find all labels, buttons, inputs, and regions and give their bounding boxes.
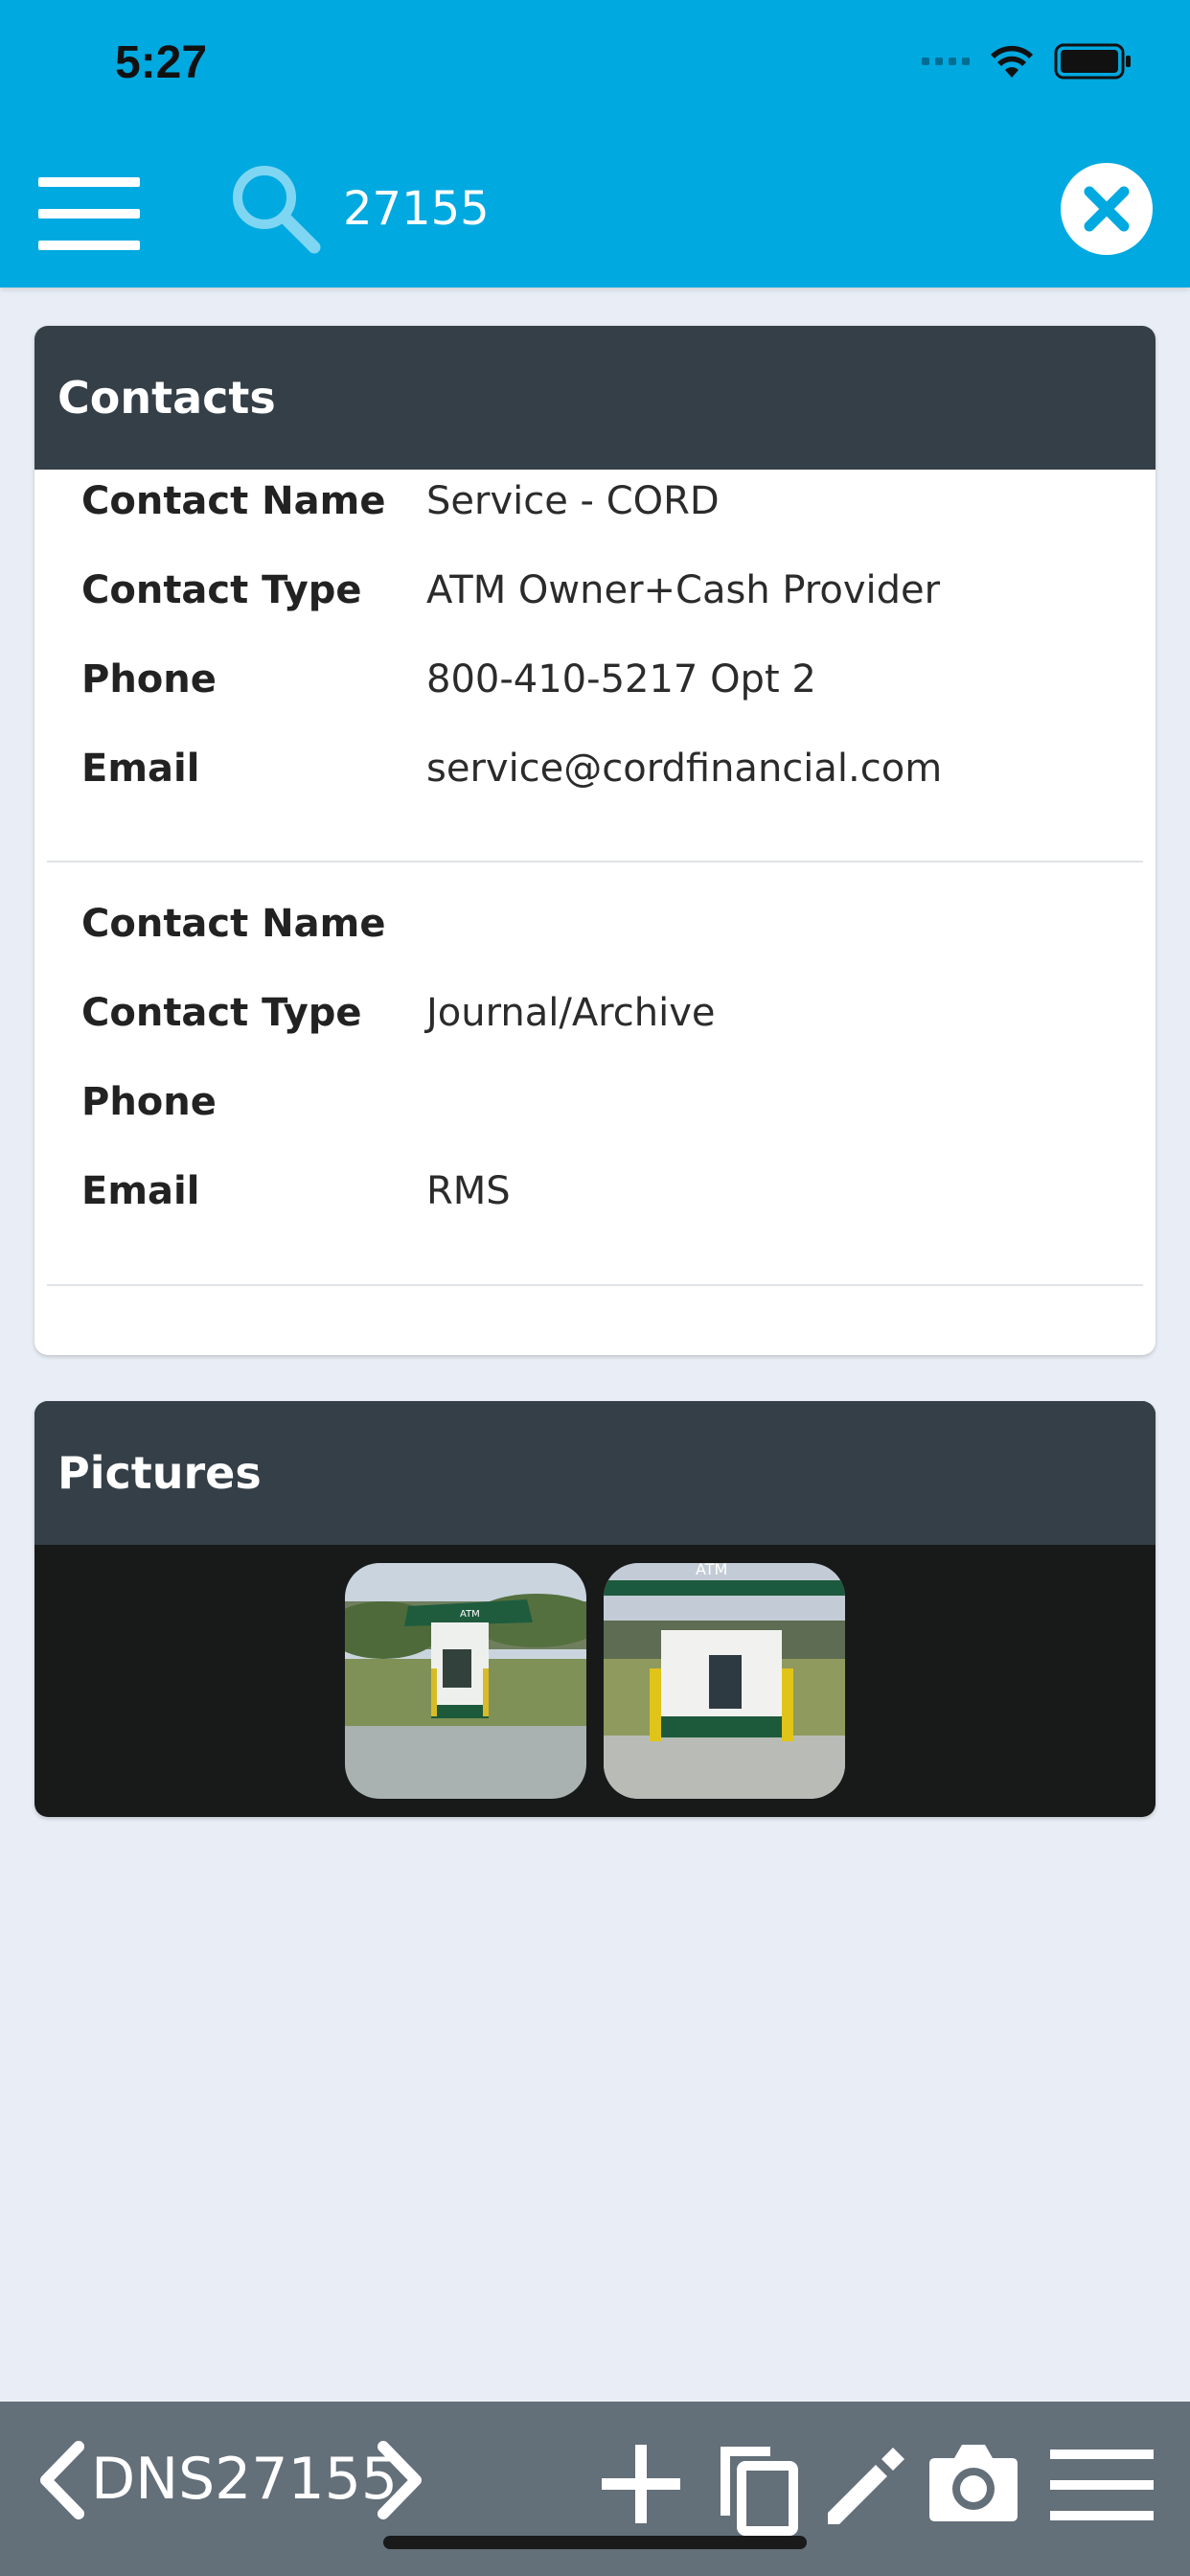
contact-phone-value[interactable]: 800-410-5217 Opt 2	[426, 657, 816, 702]
svg-text:ATM: ATM	[696, 1563, 727, 1578]
contact-phone-label: Phone	[81, 657, 217, 702]
contact-name-row: Contact Name	[81, 895, 426, 953]
contact-type-label: Contact Type	[81, 991, 362, 1035]
contact-divider	[47, 861, 1143, 862]
contact-name-label: Contact Name	[81, 902, 386, 946]
pencil-icon[interactable]	[824, 2446, 906, 2528]
contact-entry: Contact Name Contact Type Journal/Archiv…	[34, 894, 1156, 1319]
clear-search-button[interactable]	[1061, 163, 1153, 255]
record-label: DNS27155	[91, 2446, 399, 2513]
pictures-card: Pictures	[34, 1401, 1156, 1817]
contact-email-row: Email RMS	[81, 1162, 511, 1220]
pictures-card-header: Pictures	[34, 1401, 1156, 1545]
contact-phone-label: Phone	[81, 1080, 217, 1124]
contact-entry: Contact Name Service - CORD Contact Type…	[34, 470, 1156, 894]
contact-email-label: Email	[81, 747, 200, 791]
plus-icon[interactable]	[600, 2443, 682, 2525]
svg-text:ATM: ATM	[460, 1609, 480, 1620]
contact-email-label: Email	[81, 1169, 200, 1213]
search-input[interactable]: 27155	[343, 182, 490, 236]
camera-icon[interactable]	[926, 2441, 1021, 2523]
contact-name-value: Service - CORD	[426, 479, 720, 523]
atm-photo-thumbnail[interactable]: ATM	[604, 1563, 845, 1799]
hamburger-menu-button[interactable]	[38, 177, 140, 250]
atm-photo-1-image: ATM	[345, 1563, 586, 1799]
search-icon	[233, 166, 321, 254]
contact-phone-row: Phone 800-410-5217 Opt 2	[81, 651, 816, 708]
contact-name-row: Contact Name Service - CORD	[81, 472, 720, 530]
status-icons	[922, 42, 1133, 80]
contact-name-label: Contact Name	[81, 479, 386, 523]
top-header: 5:27 27155	[0, 0, 1190, 288]
contacts-title: Contacts	[57, 372, 276, 424]
contact-type-row: Contact Type Journal/Archive	[81, 984, 715, 1042]
contact-type-value: ATM Owner+Cash Provider	[426, 568, 941, 612]
contacts-card: Contacts Contact Name Service - CORD Con…	[34, 326, 1156, 1355]
contact-type-value: Journal/Archive	[426, 991, 716, 1035]
home-indicator[interactable]	[383, 2536, 807, 2549]
status-time: 5:27	[115, 37, 208, 88]
copy-icon[interactable]	[713, 2441, 801, 2537]
contact-email-value[interactable]: service@cordfinancial.com	[426, 747, 942, 791]
wifi-icon	[991, 45, 1033, 78]
cellular-signal-icon	[922, 58, 970, 65]
contacts-card-header: Contacts	[34, 326, 1156, 470]
contact-type-row: Contact Type ATM Owner+Cash Provider	[81, 562, 940, 619]
contact-type-label: Contact Type	[81, 568, 362, 612]
chevron-left-icon[interactable]	[34, 2441, 88, 2519]
contact-email-row: Email service@cordfinancial.com	[81, 740, 942, 797]
contact-divider	[47, 1284, 1143, 1286]
atm-photo-thumbnail[interactable]: ATM	[345, 1563, 586, 1799]
contact-phone-row: Phone	[81, 1073, 426, 1131]
contact-email-value[interactable]: RMS	[426, 1169, 511, 1213]
close-icon	[1084, 186, 1130, 232]
pictures-title: Pictures	[57, 1447, 262, 1499]
chevron-right-icon[interactable]	[374, 2441, 427, 2519]
battery-icon	[1054, 43, 1131, 80]
atm-photo-2-image: ATM	[604, 1563, 845, 1799]
menu-icon[interactable]	[1050, 2450, 1154, 2520]
